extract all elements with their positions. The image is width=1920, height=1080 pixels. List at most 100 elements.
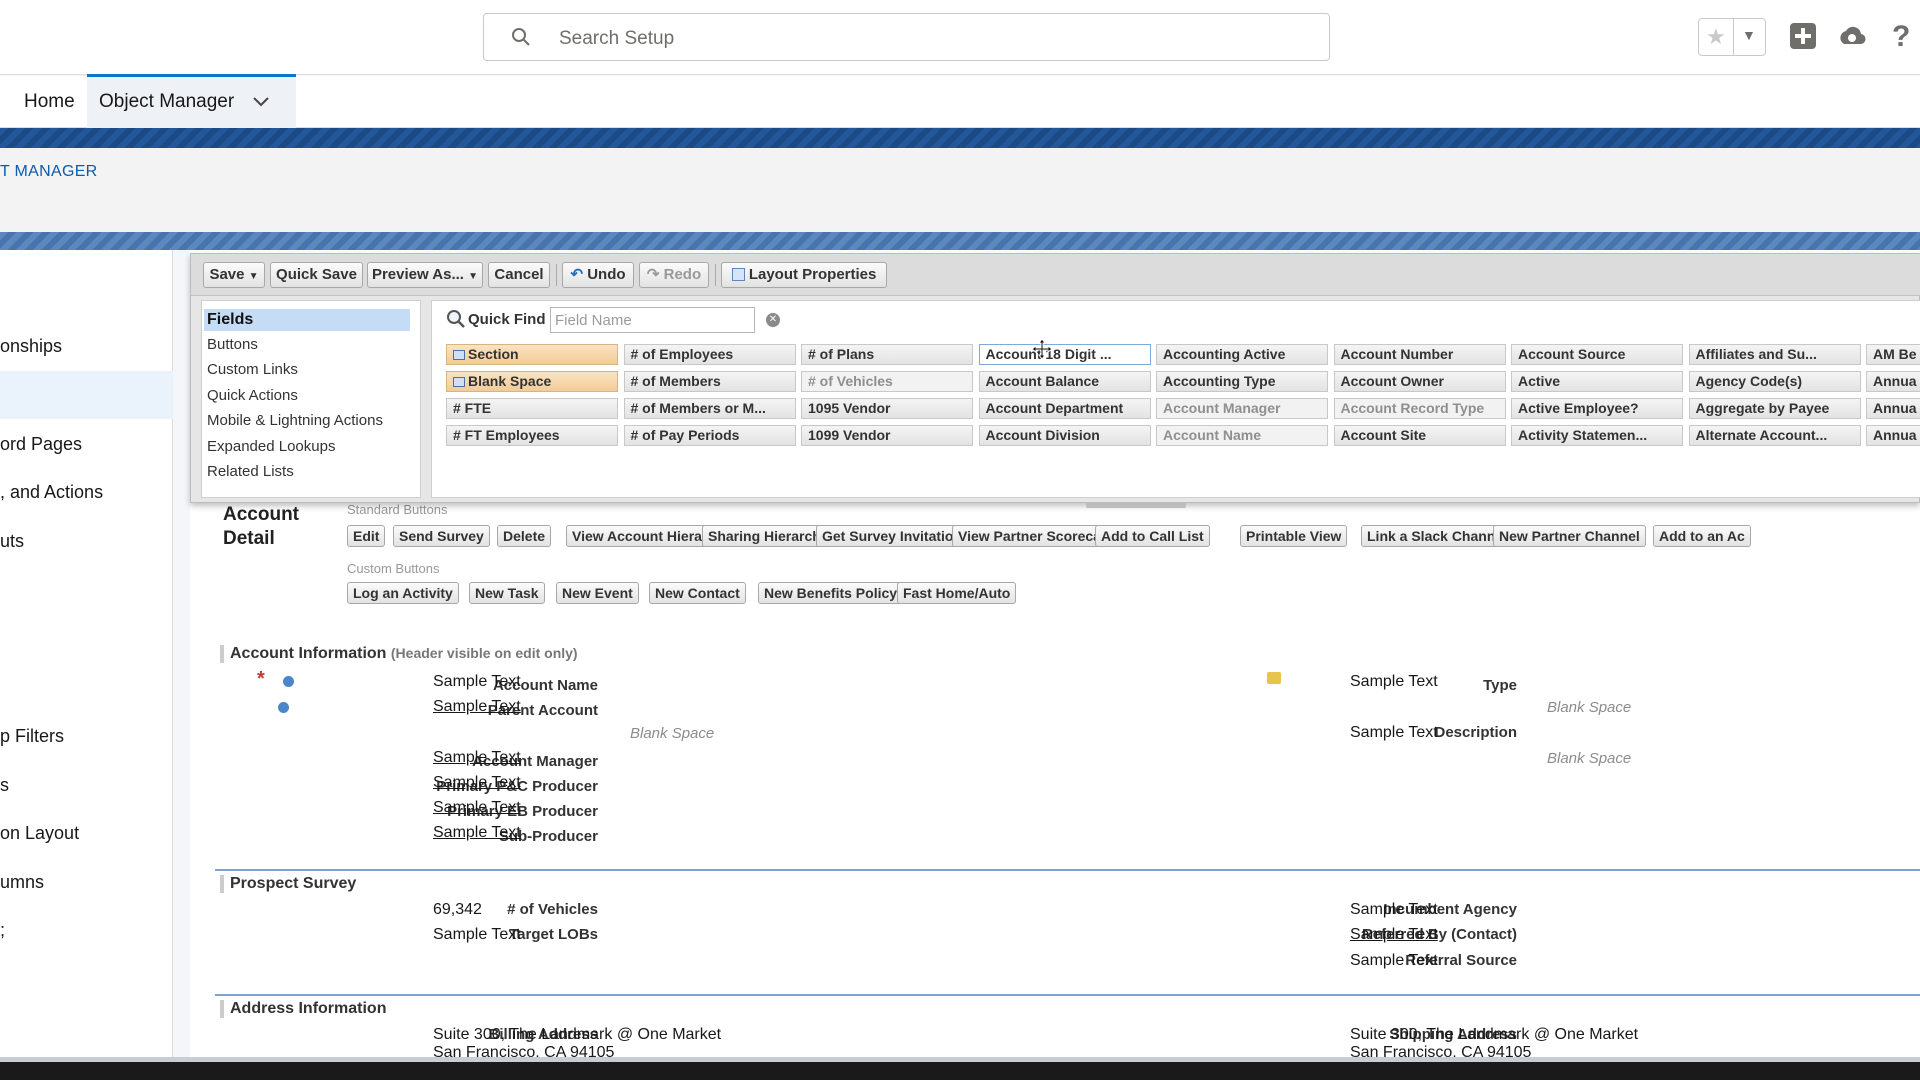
field-value[interactable]: Suite 300, The Landmark @ One Market	[1350, 1026, 1638, 1044]
undo-button[interactable]: ↶ Undo	[562, 262, 634, 288]
sidebar-item[interactable]: ord Pages	[0, 434, 82, 455]
field-item[interactable]: Active Employee?	[1511, 398, 1683, 419]
custom-button[interactable]: New Task	[469, 582, 545, 604]
field-item[interactable]: # of Pay Periods	[623, 425, 796, 446]
sidebar-item[interactable]: s	[0, 775, 9, 796]
category-item[interactable]: Custom Links	[207, 361, 298, 378]
custom-button[interactable]: Log an Activity	[347, 582, 459, 604]
preview-as-button[interactable]: Preview As... ▼	[367, 262, 483, 288]
field-value-link[interactable]: Sample Text	[433, 698, 521, 716]
tab-home[interactable]: Home	[12, 76, 87, 128]
field-value[interactable]: Suite 300, The Landmark @ One Market	[433, 1026, 721, 1044]
category-item[interactable]: Related Lists	[207, 463, 294, 480]
category-fields[interactable]: Fields	[204, 309, 410, 331]
field-item[interactable]: 1095 Vendor	[801, 398, 973, 419]
field-value[interactable]: Sample Text	[433, 926, 521, 944]
field-item[interactable]: Account Number	[1333, 344, 1506, 365]
field-value[interactable]: 69,342	[433, 901, 482, 919]
layout-button[interactable]: Send Survey	[393, 525, 490, 547]
layout-button[interactable]: Link a Slack Channel	[1361, 525, 1514, 547]
category-item[interactable]: Buttons	[207, 336, 258, 353]
field-item[interactable]: Account Division	[978, 425, 1151, 446]
sidebar-item[interactable]: umns	[0, 872, 44, 893]
field-item[interactable]: Account Record Type	[1333, 398, 1506, 419]
tab-object-manager[interactable]: Object Manager	[87, 74, 296, 128]
field-item[interactable]: Account 18 Digit ...	[978, 344, 1151, 365]
field-value-link[interactable]: Sample Text	[433, 799, 521, 817]
field-item[interactable]: # FTE	[446, 398, 618, 419]
field-item[interactable]: Agency Code(s)	[1688, 371, 1861, 392]
custom-button[interactable]: Fast Home/Auto	[897, 582, 1017, 604]
chevron-down-icon[interactable]: ▼	[1742, 27, 1756, 43]
field-value-link[interactable]: Sample Text	[1350, 926, 1438, 944]
breadcrumb[interactable]: T MANAGER	[0, 163, 98, 181]
category-item[interactable]: Quick Actions	[207, 387, 298, 404]
field-item[interactable]: Accounting Active	[1156, 344, 1328, 365]
field-item[interactable]: Account Site	[1333, 425, 1506, 446]
custom-button[interactable]: New Contact	[649, 582, 746, 604]
star-icon[interactable]: ★	[1706, 24, 1726, 50]
sidebar-item[interactable]: p Filters	[0, 726, 64, 747]
field-value[interactable]: Sample Text	[1350, 673, 1438, 691]
field-item[interactable]: Alternate Account...	[1688, 425, 1861, 446]
layout-button[interactable]: Add to an Ac	[1653, 525, 1751, 547]
field-item[interactable]: Account Balance	[978, 371, 1151, 392]
layout-button[interactable]: Edit	[347, 525, 386, 547]
chevron-down-icon[interactable]: ▼	[249, 271, 259, 282]
field-item[interactable]: Annua	[1866, 398, 1920, 419]
resize-handle[interactable]	[1086, 502, 1186, 508]
field-item[interactable]: Account Source	[1511, 344, 1683, 365]
field-value-link[interactable]: Sample Text	[433, 774, 521, 792]
section-header-account-info[interactable]: Account Information (Header visible on e…	[220, 645, 578, 663]
layout-button[interactable]: New Partner Channel	[1493, 525, 1646, 547]
custom-button[interactable]: New Event	[556, 582, 639, 604]
field-item[interactable]: Account Name	[1156, 425, 1328, 446]
field-item[interactable]: Blank Space	[446, 371, 618, 392]
field-item[interactable]: Section	[446, 344, 618, 365]
field-value-link[interactable]: Sample Text	[433, 824, 521, 842]
save-button[interactable]: Save ▼	[203, 262, 265, 288]
field-item[interactable]: Aggregate by Payee	[1688, 398, 1861, 419]
clear-icon[interactable]: ✕	[766, 313, 780, 327]
section-header-prospect-survey[interactable]: Prospect Survey	[220, 875, 356, 893]
setup-cloud-icon[interactable]	[1837, 24, 1867, 50]
sidebar-item[interactable]: ;	[0, 920, 5, 941]
field-value[interactable]: Sample Text	[1350, 901, 1438, 919]
blank-space[interactable]: Blank Space	[1547, 699, 1631, 716]
field-item[interactable]: Annua	[1866, 425, 1920, 446]
field-item[interactable]: Accounting Type	[1156, 371, 1328, 392]
field-item[interactable]: # of Members or M...	[623, 398, 796, 419]
custom-button[interactable]: New Benefits Policy	[758, 582, 904, 604]
field-item[interactable]: Annua	[1866, 371, 1920, 392]
field-item[interactable]: AM Be	[1866, 344, 1920, 365]
sidebar-item[interactable]: onships	[0, 336, 62, 357]
chevron-down-icon[interactable]: ▼	[468, 271, 478, 282]
layout-button[interactable]: Delete	[497, 525, 552, 547]
layout-button[interactable]: Printable View	[1240, 525, 1348, 547]
sidebar-item[interactable]: on Layout	[0, 823, 79, 844]
sidebar-item[interactable]: , and Actions	[0, 482, 103, 503]
category-item[interactable]: Mobile & Lightning Actions	[207, 412, 383, 429]
layout-properties-button[interactable]: Layout Properties	[721, 262, 887, 288]
field-item[interactable]: # of Employees	[623, 344, 796, 365]
add-icon[interactable]	[1789, 22, 1817, 50]
field-value[interactable]: Sample Text	[433, 673, 521, 691]
field-item[interactable]: # of Plans	[801, 344, 973, 365]
cancel-button[interactable]: Cancel	[488, 262, 550, 288]
field-item[interactable]: Activity Statemen...	[1511, 425, 1683, 446]
search-setup-input[interactable]: Search Setup	[483, 13, 1330, 61]
field-item[interactable]: Active	[1511, 371, 1683, 392]
field-item[interactable]: 1099 Vendor	[801, 425, 973, 446]
field-item[interactable]: # of Vehicles	[801, 371, 973, 392]
quick-save-button[interactable]: Quick Save	[270, 262, 363, 288]
field-value[interactable]: Sample Text	[1350, 952, 1438, 970]
field-value[interactable]: Sample Text	[1350, 724, 1438, 742]
blank-space[interactable]: Blank Space	[1547, 750, 1631, 767]
sidebar-selected-item[interactable]	[0, 371, 173, 419]
chevron-down-icon[interactable]	[253, 97, 269, 107]
help-icon[interactable]: ?	[1892, 20, 1910, 54]
layout-button[interactable]: Add to Call List	[1095, 525, 1210, 547]
section-header-address-info[interactable]: Address Information	[220, 1000, 386, 1018]
field-item[interactable]: Account Manager	[1156, 398, 1328, 419]
layout-button[interactable]: Sharing Hierarchy	[702, 525, 835, 547]
